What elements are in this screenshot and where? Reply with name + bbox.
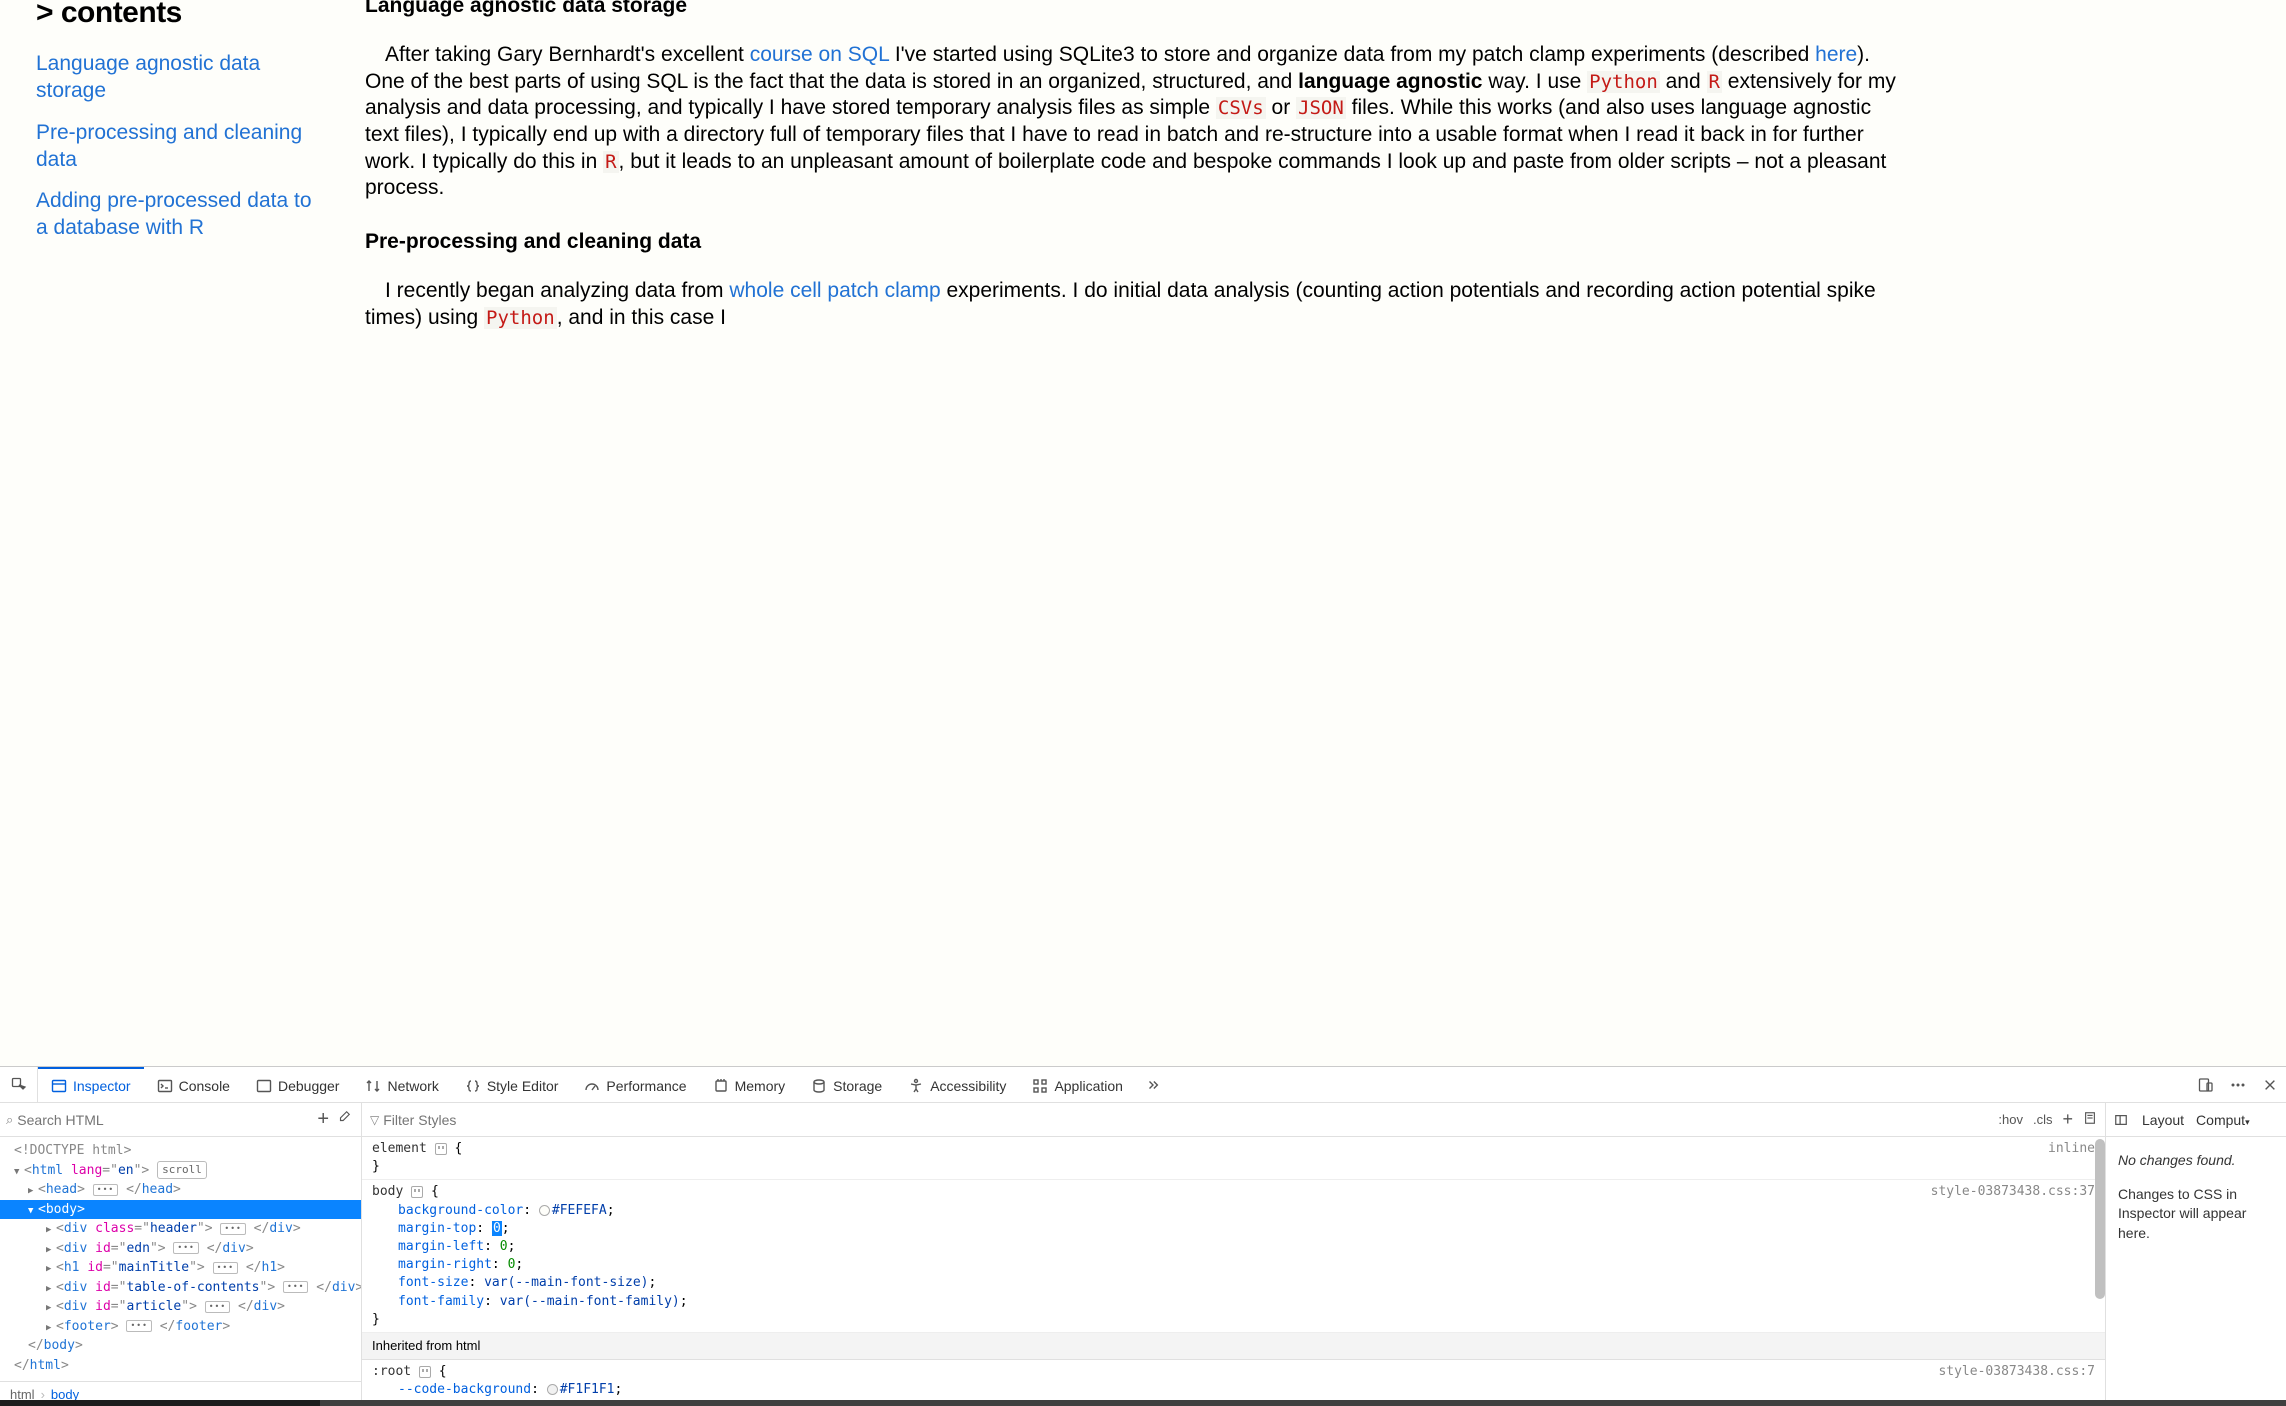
changes-description: Changes to CSS in Inspector will appear … — [2118, 1185, 2274, 1244]
tab-accessibility[interactable]: Accessibility — [895, 1067, 1019, 1102]
tab-style-editor[interactable]: Style Editor — [452, 1067, 572, 1102]
paragraph-2: I recently began analyzing data from who… — [365, 278, 1896, 331]
tab-storage[interactable]: Storage — [798, 1067, 895, 1102]
tab-application[interactable]: Application — [1019, 1067, 1136, 1102]
dom-search-bar: ⌕ + — [0, 1103, 361, 1137]
dom-div-edn[interactable]: ▶<div id="edn"> ••• </div> — [0, 1239, 361, 1259]
changes-panel: Layout Comput▾ No changes found. Changes… — [2106, 1103, 2286, 1406]
selected-value[interactable]: 0 — [492, 1221, 502, 1236]
flex-icon[interactable] — [435, 1143, 447, 1155]
link-here[interactable]: here — [1815, 43, 1857, 66]
contents-heading: > contents — [36, 0, 325, 30]
dom-search-input[interactable] — [17, 1112, 313, 1128]
dom-doctype[interactable]: <!DOCTYPE html> — [0, 1141, 361, 1161]
dom-div-header[interactable]: ▶<div class="header"> ••• </div> — [0, 1219, 361, 1239]
link-course-sql[interactable]: course on SQL — [750, 43, 889, 66]
cls-button[interactable]: .cls — [2033, 1112, 2053, 1127]
devtools-toolbar: Inspector Console Debugger Network Style… — [0, 1067, 2286, 1103]
no-changes-text: No changes found. — [2118, 1152, 2236, 1168]
tab-performance[interactable]: Performance — [571, 1067, 699, 1102]
dom-html[interactable]: ▼<html lang="en"> scroll — [0, 1161, 361, 1181]
code-r2: R — [603, 151, 618, 173]
more-options-button[interactable] — [2222, 1067, 2254, 1102]
add-rule-button[interactable]: + — [2062, 1109, 2073, 1130]
devtools: Inspector Console Debugger Network Style… — [0, 1066, 2286, 1406]
tab-debugger[interactable]: Debugger — [243, 1067, 353, 1102]
tabs-overflow-button[interactable] — [1136, 1067, 1170, 1102]
styles-rules[interactable]: inline element { } style-03873438.css:37… — [362, 1137, 2105, 1406]
tab-computed[interactable]: Comput▾ — [2196, 1112, 2250, 1128]
panel-toggle-button[interactable] — [2112, 1113, 2130, 1127]
dom-h1-maintitle[interactable]: ▶<h1 id="mainTitle"> ••• </h1> — [0, 1258, 361, 1278]
tab-inspector[interactable]: Inspector — [38, 1067, 144, 1102]
filter-icon: ▽ — [370, 1113, 379, 1127]
code-csvs: CSVs — [1216, 97, 1266, 119]
element-picker-button[interactable] — [0, 1067, 38, 1102]
dom-panel: ⌕ + <!DOCTYPE html> ▼<html lang="en"> sc… — [0, 1103, 362, 1406]
dom-div-article[interactable]: ▶<div id="article"> ••• </div> — [0, 1297, 361, 1317]
code-r: R — [1707, 71, 1722, 93]
tab-network[interactable]: Network — [352, 1067, 451, 1102]
code-json: JSON — [1296, 97, 1346, 119]
code-python-2: Python — [484, 307, 557, 329]
add-node-button[interactable]: + — [317, 1108, 329, 1131]
close-devtools-button[interactable] — [2254, 1067, 2286, 1102]
tab-console[interactable]: Console — [144, 1067, 243, 1102]
code-python: Python — [1587, 71, 1660, 93]
article-body: Language agnostic data storage After tak… — [345, 0, 2286, 514]
flex-icon[interactable] — [419, 1366, 431, 1378]
toc-link-adding-data[interactable]: Adding pre-processed data to a database … — [36, 187, 325, 242]
filter-styles-input[interactable] — [383, 1112, 1998, 1128]
dom-footer[interactable]: ▶<footer> ••• </footer> — [0, 1317, 361, 1337]
table-of-contents: > contents Language agnostic data storag… — [0, 0, 345, 514]
flex-icon[interactable] — [411, 1186, 423, 1198]
os-dock-strip — [0, 1400, 2286, 1406]
dom-body-selected[interactable]: ▼<body> — [0, 1200, 361, 1220]
eyedropper-button[interactable] — [337, 1110, 351, 1129]
section-heading-storage: Language agnostic data storage — [365, 0, 1896, 18]
color-swatch[interactable] — [539, 1205, 550, 1216]
dom-tree[interactable]: <!DOCTYPE html> ▼<html lang="en"> scroll… — [0, 1137, 361, 1381]
scrollbar-thumb[interactable] — [2095, 1139, 2105, 1299]
toc-link-storage[interactable]: Language agnostic data storage — [36, 50, 325, 105]
dom-div-toc[interactable]: ▶<div id="table-of-contents"> ••• </div> — [0, 1278, 361, 1298]
search-icon: ⌕ — [6, 1112, 13, 1128]
tab-layout[interactable]: Layout — [2142, 1112, 2184, 1128]
dom-html-close[interactable]: </html> — [0, 1356, 361, 1376]
link-patch-clamp[interactable]: whole cell patch clamp — [729, 279, 940, 302]
inherited-from-header: Inherited from html — [362, 1333, 2105, 1360]
toc-link-preprocessing[interactable]: Pre-processing and cleaning data — [36, 119, 325, 174]
color-swatch[interactable] — [547, 1384, 558, 1395]
styles-search-bar: ▽ :hov .cls + — [362, 1103, 2105, 1137]
section-heading-preprocessing: Pre-processing and cleaning data — [365, 230, 1896, 254]
dom-body-close[interactable]: </body> — [0, 1336, 361, 1356]
print-media-button[interactable] — [2083, 1111, 2097, 1128]
tab-memory[interactable]: Memory — [700, 1067, 799, 1102]
hov-button[interactable]: :hov — [1998, 1112, 2023, 1127]
styles-panel: ▽ :hov .cls + inline element { } style-0… — [362, 1103, 2106, 1406]
paragraph-1: After taking Gary Bernhardt's excellent … — [365, 42, 1896, 202]
dom-head[interactable]: ▶<head> ••• </head> — [0, 1180, 361, 1200]
responsive-mode-button[interactable] — [2190, 1067, 2222, 1102]
